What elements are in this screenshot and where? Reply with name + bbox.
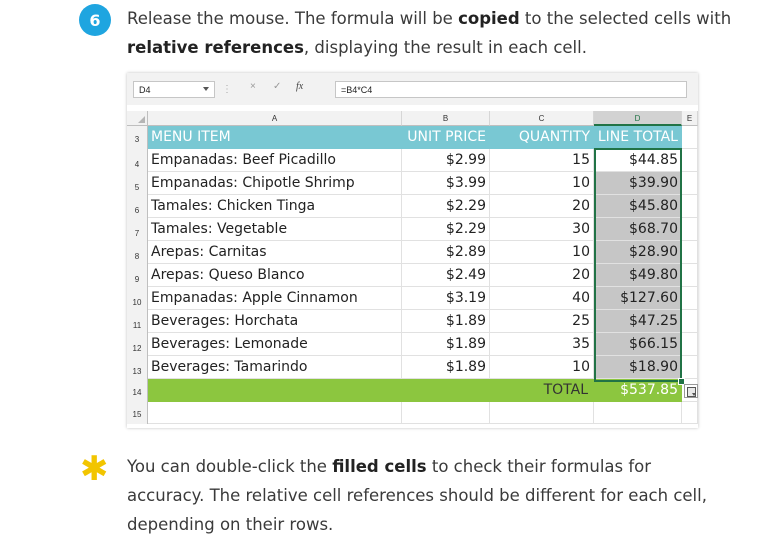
column-header-c[interactable]: C <box>490 111 594 126</box>
cell-a6[interactable]: Tamales: Chicken Tinga <box>148 195 402 218</box>
cell-c4[interactable]: 15 <box>490 149 594 172</box>
cell-d11[interactable]: $47.25 <box>594 310 682 333</box>
paste-options-button[interactable] <box>684 384 698 398</box>
row-header-15[interactable]: 15 <box>127 402 148 424</box>
step-instruction: Release the mouse. The formula will be c… <box>127 9 732 57</box>
row-header-3[interactable]: 3 <box>127 126 148 149</box>
cell-d4[interactable]: $44.85 <box>594 149 682 172</box>
step-number-badge: 6 <box>79 4 111 36</box>
cell-b5[interactable]: $3.99 <box>402 172 490 195</box>
row-header-14[interactable]: 14 <box>127 379 148 402</box>
cell-e10[interactable] <box>682 287 698 310</box>
cell-e12[interactable] <box>682 333 698 356</box>
cell-b4[interactable]: $2.99 <box>402 149 490 172</box>
cell-e9[interactable] <box>682 264 698 287</box>
cell-d3[interactable]: LINE TOTAL <box>594 126 682 149</box>
cell-d12[interactable]: $66.15 <box>594 333 682 356</box>
row-header-6[interactable]: 6 <box>127 195 148 218</box>
tip-text: You can double-click the filled cells to… <box>127 457 707 534</box>
row-header-13[interactable]: 13 <box>127 356 148 379</box>
cell-d15[interactable] <box>594 402 682 424</box>
row-header-4[interactable]: 4 <box>127 149 148 172</box>
row-header-7[interactable]: 7 <box>127 218 148 241</box>
chevron-down-icon <box>692 393 696 396</box>
tip-star-icon: ✱ <box>80 449 109 489</box>
cell-c7[interactable]: 30 <box>490 218 594 241</box>
insert-function-icon[interactable]: fx <box>296 81 303 92</box>
cell-a8[interactable]: Arepas: Carnitas <box>148 241 402 264</box>
cell-b12[interactable]: $1.89 <box>402 333 490 356</box>
row-header-5[interactable]: 5 <box>127 172 148 195</box>
row-header-12[interactable]: 12 <box>127 333 148 356</box>
cell-a10[interactable]: Empanadas: Apple Cinnamon <box>148 287 402 310</box>
cell-a4[interactable]: Empanadas: Beef Picadillo <box>148 149 402 172</box>
cell-b13[interactable]: $1.89 <box>402 356 490 379</box>
enter-icon[interactable]: ✓ <box>273 81 281 92</box>
cell-b6[interactable]: $2.29 <box>402 195 490 218</box>
cell-b8[interactable]: $2.89 <box>402 241 490 264</box>
cell-a13[interactable]: Beverages: Tamarindo <box>148 356 402 379</box>
cell-d13[interactable]: $18.90 <box>594 356 682 379</box>
cell-e6[interactable] <box>682 195 698 218</box>
cell-a9[interactable]: Arepas: Queso Blanco <box>148 264 402 287</box>
cell-c3[interactable]: QUANTITY <box>490 126 594 149</box>
formula-bar-grip-icon: ⋮ <box>222 84 232 95</box>
cell-e11[interactable] <box>682 310 698 333</box>
row-header-9[interactable]: 9 <box>127 264 148 287</box>
cancel-icon[interactable]: × <box>250 81 256 92</box>
select-all-corner[interactable] <box>127 111 148 126</box>
cell-d5[interactable]: $39.90 <box>594 172 682 195</box>
cell-a5[interactable]: Empanadas: Chipotle Shrimp <box>148 172 402 195</box>
cell-a3[interactable]: MENU ITEM <box>148 126 402 149</box>
cell-c11[interactable]: 25 <box>490 310 594 333</box>
cell-d8[interactable]: $28.90 <box>594 241 682 264</box>
cell-e15[interactable] <box>682 402 698 424</box>
cell-d7[interactable]: $68.70 <box>594 218 682 241</box>
cell-e7[interactable] <box>682 218 698 241</box>
cell-c6[interactable]: 20 <box>490 195 594 218</box>
column-header-e[interactable]: E <box>682 111 698 126</box>
cell-d10[interactable]: $127.60 <box>594 287 682 310</box>
cell-c8[interactable]: 10 <box>490 241 594 264</box>
column-header-b[interactable]: B <box>402 111 490 126</box>
spreadsheet-screenshot: D4 ⋮ × ✓ fx =B4*C4 A B C D E 3 4 5 6 7 8 9 10 11… <box>127 73 698 428</box>
cell-b10[interactable]: $3.19 <box>402 287 490 310</box>
cell-e3[interactable] <box>682 126 698 149</box>
cell-c14[interactable]: TOTAL <box>490 379 594 402</box>
cell-a15[interactable] <box>148 402 402 424</box>
cell-a11[interactable]: Beverages: Horchata <box>148 310 402 333</box>
row-header-10[interactable]: 10 <box>127 287 148 310</box>
formula-bar: D4 ⋮ × ✓ fx =B4*C4 <box>127 73 698 105</box>
cell-a14-b14[interactable] <box>148 379 490 402</box>
cell-d14[interactable]: $537.85 <box>594 379 682 402</box>
cell-d9[interactable]: $49.80 <box>594 264 682 287</box>
cell-b7[interactable]: $2.29 <box>402 218 490 241</box>
name-box-dropdown-icon[interactable] <box>203 87 209 91</box>
cell-b3[interactable]: UNIT PRICE <box>402 126 490 149</box>
cell-c10[interactable]: 40 <box>490 287 594 310</box>
column-header-a[interactable]: A <box>148 111 402 126</box>
cell-c5[interactable]: 10 <box>490 172 594 195</box>
cell-b11[interactable]: $1.89 <box>402 310 490 333</box>
cell-a7[interactable]: Tamales: Vegetable <box>148 218 402 241</box>
cell-a12[interactable]: Beverages: Lemonade <box>148 333 402 356</box>
cell-b9[interactable]: $2.49 <box>402 264 490 287</box>
cell-c13[interactable]: 10 <box>490 356 594 379</box>
cell-e4[interactable] <box>682 149 698 172</box>
cell-e13[interactable] <box>682 356 698 379</box>
column-header-d[interactable]: D <box>594 111 682 126</box>
row-header-11[interactable]: 11 <box>127 310 148 333</box>
formula-input[interactable]: =B4*C4 <box>335 81 687 98</box>
row-header-8[interactable]: 8 <box>127 241 148 264</box>
cell-d6[interactable]: $45.80 <box>594 195 682 218</box>
step-6: 6 Release the mouse. The formula will be… <box>0 0 765 70</box>
cell-c15[interactable] <box>490 402 594 424</box>
cell-b15[interactable] <box>402 402 490 424</box>
cell-c12[interactable]: 35 <box>490 333 594 356</box>
cell-e5[interactable] <box>682 172 698 195</box>
cell-c9[interactable]: 20 <box>490 264 594 287</box>
cell-e8[interactable] <box>682 241 698 264</box>
